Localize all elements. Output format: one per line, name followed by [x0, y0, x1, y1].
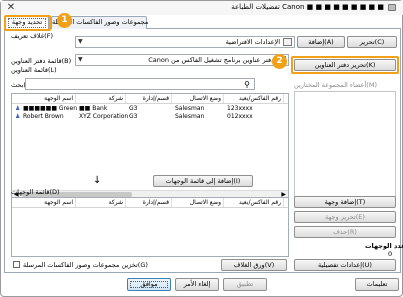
- destination-count-label: عدد الوجهات: [365, 242, 403, 250]
- row-dept: G3: [129, 105, 138, 112]
- add-to-destinations-button[interactable]: (I)إضافة إلى قائمة الوجهات: [153, 175, 253, 187]
- col-company[interactable]: شركة: [76, 94, 126, 103]
- col-mode[interactable]: وضع الاتصال: [172, 94, 224, 103]
- close-icon[interactable]: ✕: [4, 1, 18, 14]
- row-fax: 123xxxx: [227, 105, 253, 112]
- group-members-box: [294, 91, 396, 199]
- edit-address-book-highlight: [291, 56, 399, 74]
- tab-highlight: [4, 15, 51, 31]
- list-item[interactable]: ♟ ■■■■■■ Green ■■ Bank G3 Salesman 123xx…: [13, 105, 287, 113]
- col-fax[interactable]: رقم الفاكس/بعيد: [224, 94, 284, 103]
- destinations-list-header: رقم الفاكس/بعيد وضع الاتصال قسم/إدارة شر…: [12, 198, 288, 208]
- row-mode: Salesman: [175, 113, 205, 120]
- search-icon[interactable]: ⚲: [244, 80, 250, 89]
- callout-badge-1: 1: [57, 13, 72, 28]
- search-input[interactable]: ⚲: [25, 78, 255, 90]
- dest-col-company[interactable]: شركة: [76, 198, 126, 207]
- cover-sheet-button[interactable]: (V)ورق الغلاف: [221, 259, 287, 271]
- cover-sheet-dropdown[interactable]: ▼ الإعدادات الافتراضية: [75, 36, 295, 48]
- row-name: ■■■■■■ Green: [23, 105, 78, 112]
- cover-edit-button[interactable]: (C)تحرير: [347, 36, 397, 48]
- destinations-label: (D)قائمة الوجهات: [11, 188, 60, 196]
- row-company: XYZ Corporation: [79, 113, 129, 120]
- store-sent-fax-label: (G)تخزين مجموعات وصور الفاكسات المرسلة: [23, 261, 148, 269]
- apply-button[interactable]: تطبيق: [223, 278, 267, 291]
- row-name: Robert Brown: [23, 113, 64, 120]
- destinations-list[interactable]: رقم الفاكس/بعيد وضع الاتصال قسم/إدارة شر…: [11, 197, 289, 257]
- cover-add-button[interactable]: (A)إضافة: [297, 36, 345, 48]
- window-title: تفضيلات الطباعة Canon ■ ■ ■ ■ ■ ■ ■ ■ ■: [231, 3, 384, 11]
- delete-destination-button[interactable]: (R)حذف: [294, 226, 396, 238]
- row-company: ■■ Bank: [79, 105, 108, 112]
- add-destination-button[interactable]: (T)إضافة وجهة: [294, 196, 396, 208]
- person-icon: ♟: [15, 105, 21, 112]
- dest-col-mode[interactable]: وضع الاتصال: [172, 198, 224, 207]
- cover-sheet-label: (F)غلاف تعريف: [11, 32, 53, 40]
- address-book-source: دفتر عناوين برنامج تشغيل الفاكس من Canon: [148, 56, 274, 64]
- address-book-dropdown[interactable]: ▼ دفتر عناوين برنامج تشغيل الفاكس من Can…: [75, 54, 289, 66]
- dest-col-dept[interactable]: قسم/إدارة: [126, 198, 172, 207]
- print-preferences-window: تفضيلات الطباعة Canon ■ ■ ■ ■ ■ ■ ■ ■ ■ …: [0, 0, 403, 297]
- row-dept: G3: [129, 113, 138, 120]
- chevron-down-icon: ▼: [78, 38, 83, 45]
- store-sent-fax-checkbox[interactable]: [13, 261, 20, 268]
- help-button[interactable]: تعليمات: [355, 278, 399, 291]
- person-icon: ♟: [15, 113, 21, 120]
- detailed-settings-button[interactable]: (U)إعدادات تفصيلية: [294, 259, 396, 271]
- cover-sheet-value: الإعدادات الافتراضية: [225, 38, 280, 46]
- col-dept[interactable]: قسم/إدارة: [126, 94, 172, 103]
- chevron-down-icon: ▼: [78, 56, 83, 63]
- group-members-label: (M)أعضاء المجموعة المختارين: [294, 81, 377, 89]
- edit-destination-button[interactable]: (E)تحرير وجهة: [294, 211, 396, 223]
- ok-button[interactable]: موافق: [127, 278, 171, 291]
- destination-count-value: 0: [388, 250, 393, 258]
- dest-col-name[interactable]: اسم الوجهة: [14, 198, 76, 207]
- arrow-down-icon: ↓: [93, 175, 102, 186]
- printer-icon: [388, 4, 396, 11]
- tab-content-panel: (F)غلاف تعريف ▼ الإعدادات الافتراضية (A)…: [4, 29, 403, 273]
- address-list-label: (L)قائمة العناوين: [11, 66, 57, 74]
- cancel-button[interactable]: إلغاء الأمر: [175, 278, 219, 291]
- cover-sheet-icon: [283, 38, 292, 46]
- dest-col-fax[interactable]: رقم الفاكس/بعيد: [224, 198, 284, 207]
- address-book-list-label: (B)قائمة دفتر العناوين: [11, 57, 72, 65]
- list-item[interactable]: ♟ Robert Brown XYZ Corporation G3 Salesm…: [13, 113, 287, 121]
- address-list-header: رقم الفاكس/بعيد وضع الاتصال قسم/إدارة شر…: [12, 94, 288, 104]
- row-fax: 012xxxx: [227, 113, 253, 120]
- col-name[interactable]: اسم الوجهة: [14, 94, 76, 103]
- row-mode: Salesman: [175, 105, 205, 112]
- callout-badge-2: 2: [272, 54, 287, 69]
